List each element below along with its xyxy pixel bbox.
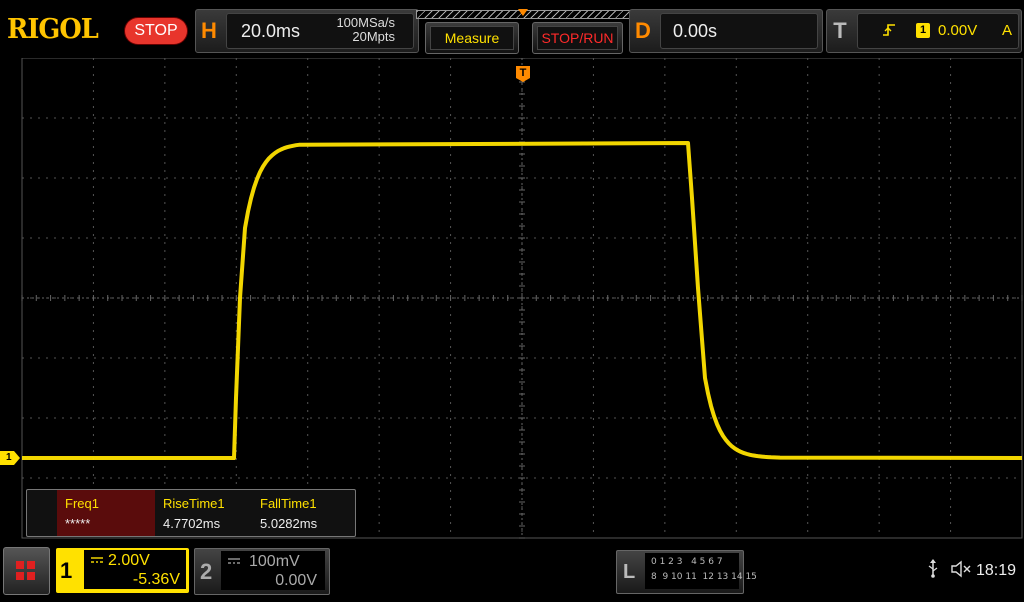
- trigger-inner: 1 0.00V A: [857, 13, 1019, 49]
- logic-row-1: 0 1 2 3 4 5 6 7: [651, 557, 723, 567]
- waveform-display[interactable]: [0, 58, 1024, 540]
- stop-run-button[interactable]: STOP/RUN: [532, 22, 623, 54]
- measurement-value: 5.0282ms: [260, 516, 318, 531]
- rising-edge-icon: [882, 22, 896, 41]
- channel2-offset: 0.00V: [275, 572, 317, 589]
- trigger-level: 0.00V: [938, 22, 978, 39]
- graticule: [21, 58, 1023, 539]
- channel2-info: 100mV 0.00V: [221, 551, 325, 590]
- delay-value: 0.00s: [673, 21, 718, 41]
- dc-coupling-icon: [90, 556, 104, 567]
- dc-coupling-icon: [227, 557, 241, 568]
- trigger-source-badge: 1: [916, 23, 930, 38]
- delay-panel[interactable]: D 0.00s: [629, 9, 823, 53]
- measure-label: Measure: [430, 26, 514, 50]
- measure-button[interactable]: Measure: [425, 22, 519, 54]
- top-bar: RIGOL STOP H 20.0ms 100MSa/s 20Mpts Meas…: [0, 0, 1024, 58]
- main-menu-button[interactable]: [3, 547, 50, 595]
- logic-row-2: 8 9 10 11 12 13 14 15: [651, 572, 757, 582]
- measurement-falltime[interactable]: FallTime1 5.0282ms: [252, 490, 352, 536]
- logic-analyzer-panel[interactable]: L 0 1 2 3 4 5 6 7 8 9 10 11 12 13 14 15: [616, 550, 757, 594]
- horizontal-panel[interactable]: H 20.0ms 100MSa/s 20Mpts: [195, 9, 419, 53]
- horizontal-inner: 20.0ms 100MSa/s 20Mpts: [226, 13, 414, 49]
- usb-icon[interactable]: [926, 558, 940, 583]
- delay-inner: 0.00s: [660, 13, 818, 49]
- acquisition-status-badge: STOP: [125, 18, 187, 44]
- measurement-label: RiseTime1: [163, 496, 225, 511]
- sample-rate: 100MSa/s: [336, 15, 395, 30]
- horizontal-letter: H: [201, 18, 217, 43]
- rigol-logo: RIGOL: [7, 14, 99, 45]
- timebase-value: 20.0ms: [241, 21, 301, 41]
- logic-letter: L: [623, 561, 636, 583]
- menu-grid-icon: [27, 561, 35, 569]
- measurement-risetime[interactable]: RiseTime1 4.7702ms: [155, 490, 252, 536]
- measurement-panel: Freq1 ***** RiseTime1 4.7702ms FallTime1…: [26, 489, 356, 537]
- measurement-value: *****: [65, 516, 91, 531]
- channel2-number: 2: [200, 559, 213, 584]
- channel1-offset: -5.36V: [132, 571, 180, 588]
- measurement-label: Freq1: [65, 496, 99, 511]
- bottom-bar: 1 2.00V -5.36V 2 100mV 0.00V L 0 1 2 3 4…: [0, 544, 1024, 602]
- sample-info: 100MSa/s 20Mpts: [336, 16, 395, 44]
- channel1-info: 2.00V -5.36V: [84, 550, 186, 589]
- speaker-muted-icon[interactable]: [950, 560, 972, 581]
- trigger-letter: T: [833, 18, 847, 43]
- channel2-scale: 100mV: [249, 553, 300, 570]
- channel1-panel[interactable]: 1 2.00V -5.36V: [56, 548, 189, 593]
- trigger-panel[interactable]: T 1 0.00V A: [826, 9, 1022, 53]
- measurement-freq[interactable]: Freq1 *****: [57, 490, 155, 536]
- channel1-number: 1: [60, 558, 73, 583]
- measurement-label: FallTime1: [260, 496, 317, 511]
- memory-pointer-icon: [518, 9, 528, 16]
- memory-depth: 20Mpts: [352, 29, 395, 44]
- channel1-scale: 2.00V: [108, 552, 150, 569]
- channel2-panel[interactable]: 2 100mV 0.00V: [194, 548, 330, 595]
- menu-grid-icon: [16, 561, 24, 569]
- trigger-mode: A: [1002, 22, 1013, 39]
- stop-run-label: STOP/RUN: [537, 26, 618, 50]
- system-clock: 18:19: [976, 562, 1017, 579]
- delay-letter: D: [635, 18, 651, 43]
- menu-grid-icon: [16, 572, 24, 580]
- memory-position-indicator: [412, 9, 634, 21]
- measurement-value: 4.7702ms: [163, 516, 221, 531]
- menu-grid-icon: [27, 572, 35, 580]
- logic-channels: 0 1 2 3 4 5 6 7 8 9 10 11 12 13 14 15: [645, 553, 757, 589]
